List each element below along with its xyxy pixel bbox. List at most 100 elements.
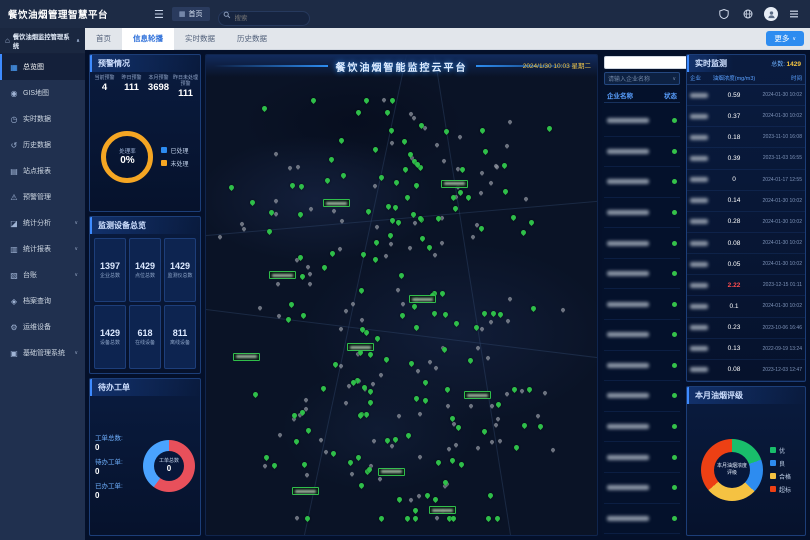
map-marker[interactable] [412, 515, 419, 522]
company-list-item[interactable] [604, 289, 680, 320]
map-marker[interactable] [459, 166, 466, 173]
map-marker[interactable] [305, 264, 311, 270]
map-marker[interactable] [443, 128, 450, 135]
company-list-item[interactable] [604, 412, 680, 443]
map-marker[interactable] [441, 158, 447, 164]
map-marker[interactable] [392, 204, 399, 211]
topbar-search-input[interactable] [218, 11, 310, 26]
sidebar-item[interactable]: ▧ 台账 ∨ [0, 262, 85, 288]
map-marker[interactable] [465, 194, 472, 201]
map-marker[interactable] [519, 388, 525, 394]
realtime-table-row[interactable]: 0.1 2024-01-30 10:02 [687, 296, 805, 317]
map-marker[interactable] [295, 164, 301, 170]
map-marker[interactable] [339, 218, 345, 224]
sidebar-item-base-system[interactable]: ▣ 基础管理系统 ∨ [0, 340, 85, 366]
map-marker[interactable] [415, 368, 421, 374]
map-marker[interactable] [457, 134, 463, 140]
map-marker[interactable] [412, 220, 418, 226]
map-marker[interactable] [387, 232, 394, 239]
map-marker[interactable] [350, 301, 356, 307]
realtime-table-row[interactable]: 0.08 2023-12-03 12:47 [687, 360, 805, 381]
map-marker[interactable] [487, 491, 494, 498]
map-marker[interactable] [241, 226, 247, 232]
map-company-label[interactable] [464, 391, 491, 399]
map-marker[interactable] [407, 245, 413, 251]
map-company-label[interactable] [378, 468, 405, 476]
map-marker[interactable] [355, 454, 362, 461]
settings-menu-icon[interactable] [786, 6, 802, 22]
company-list-item[interactable] [604, 381, 680, 412]
map-marker[interactable] [408, 497, 414, 503]
map-marker[interactable] [510, 214, 517, 221]
sidebar-item[interactable]: ▤ 站点报表 ∨ [0, 158, 85, 184]
map-marker[interactable] [424, 492, 431, 499]
map-marker[interactable] [297, 211, 304, 218]
map-marker[interactable] [275, 281, 281, 287]
map-marker[interactable] [561, 307, 567, 313]
map-marker[interactable] [287, 301, 294, 308]
map-marker[interactable] [398, 272, 405, 279]
sidebar-item[interactable]: ◷ 实时数据 ∨ [0, 106, 85, 132]
map-marker[interactable] [473, 324, 480, 331]
company-list-item[interactable] [604, 137, 680, 168]
map-marker[interactable] [297, 254, 304, 261]
map-marker[interactable] [490, 310, 497, 317]
map-marker[interactable] [413, 182, 420, 189]
map-marker[interactable] [494, 515, 501, 522]
sidebar-item[interactable]: ◪ 统计分析 ∨ [0, 210, 85, 236]
map-marker[interactable] [479, 170, 485, 176]
map-marker[interactable] [298, 183, 305, 190]
map-marker[interactable] [310, 97, 317, 104]
realtime-table-row[interactable]: 0 2024-01-17 12:55 [687, 170, 805, 191]
map-marker[interactable] [393, 179, 400, 186]
map-marker[interactable] [300, 312, 307, 319]
map-marker[interactable] [329, 450, 336, 457]
map-marker[interactable] [481, 310, 488, 317]
map-marker[interactable] [523, 196, 529, 202]
map-marker[interactable] [440, 240, 446, 246]
realtime-table-row[interactable]: 2.22 2023-12-15 01:11 [687, 275, 805, 296]
map-marker[interactable] [530, 305, 537, 312]
company-list-item[interactable] [604, 167, 680, 198]
map-marker[interactable] [360, 251, 367, 258]
map-marker[interactable] [304, 515, 311, 522]
map-marker[interactable] [358, 482, 365, 489]
map-marker[interactable] [450, 515, 457, 522]
map-marker[interactable] [383, 253, 389, 259]
realtime-table-row[interactable]: 0.37 2024-01-30 10:02 [687, 106, 805, 127]
map-marker[interactable] [367, 388, 374, 395]
map-company-label[interactable] [347, 343, 374, 351]
map-marker[interactable] [435, 458, 442, 465]
map-marker[interactable] [396, 413, 402, 419]
map-marker[interactable] [378, 515, 385, 522]
shield-icon[interactable] [716, 6, 732, 22]
map-marker[interactable] [513, 444, 520, 451]
user-avatar[interactable] [764, 7, 778, 21]
map-marker[interactable] [520, 229, 527, 236]
map-marker[interactable] [285, 316, 292, 323]
map-marker[interactable] [271, 462, 278, 469]
map-marker[interactable] [384, 437, 391, 444]
map-marker[interactable] [449, 457, 456, 464]
map-marker[interactable] [481, 428, 488, 435]
map-marker[interactable] [550, 448, 556, 454]
map-marker[interactable] [475, 445, 481, 451]
map-marker[interactable] [417, 455, 423, 461]
map-marker[interactable] [467, 357, 474, 364]
map-marker[interactable] [449, 415, 456, 422]
map-marker[interactable] [497, 438, 503, 444]
map-marker[interactable] [389, 443, 395, 449]
map-marker[interactable] [257, 305, 263, 311]
map-marker[interactable] [511, 386, 518, 393]
map-marker[interactable] [442, 311, 449, 318]
map-marker[interactable] [419, 235, 426, 242]
map-company-label[interactable] [233, 353, 260, 361]
map-marker[interactable] [293, 438, 300, 445]
map-marker[interactable] [416, 493, 422, 499]
map-marker[interactable] [337, 246, 343, 252]
map-marker[interactable] [396, 496, 403, 503]
realtime-table-row[interactable]: 0.08 2024-01-30 10:02 [687, 233, 805, 254]
map-company-label[interactable] [292, 487, 319, 495]
map-marker[interactable] [411, 116, 417, 122]
map-marker[interactable] [488, 319, 494, 325]
